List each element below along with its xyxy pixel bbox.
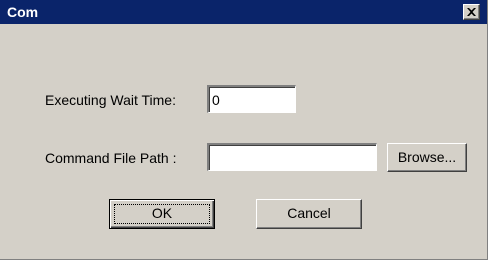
command-path-input[interactable]: [207, 143, 377, 171]
cancel-button-label: Cancel: [287, 205, 331, 221]
title-bar[interactable]: Com: [0, 0, 487, 24]
wait-time-input[interactable]: [207, 85, 296, 113]
window-title: Com: [7, 4, 39, 20]
close-button[interactable]: [463, 4, 480, 20]
close-icon: [467, 8, 476, 16]
ok-button[interactable]: OK: [109, 199, 215, 229]
wait-time-label: Executing Wait Time:: [45, 92, 176, 108]
browse-button[interactable]: Browse...: [387, 143, 467, 172]
ok-button-label: OK: [151, 205, 173, 221]
browse-button-label: Browse...: [397, 149, 457, 165]
command-path-label: Command File Path :: [45, 150, 177, 166]
cancel-button[interactable]: Cancel: [256, 199, 362, 229]
dialog-window: Com Executing Wait Time: Command File Pa…: [0, 0, 488, 260]
